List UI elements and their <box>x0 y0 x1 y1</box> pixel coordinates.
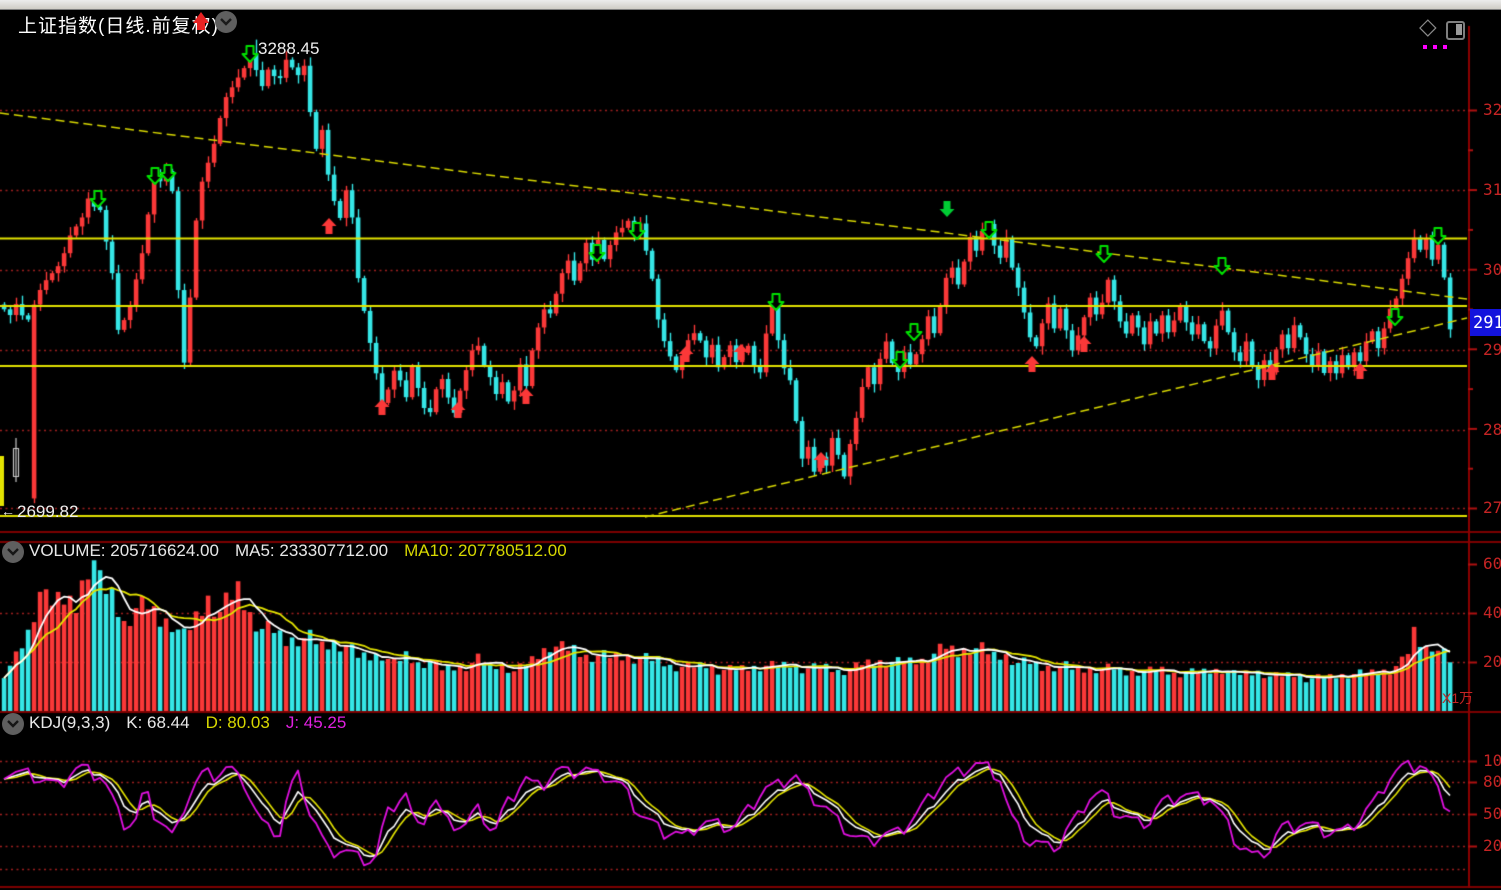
volume-ma5-value: MA5: 233307712.00 <box>235 541 388 561</box>
price-axis-label: 3200 <box>1483 100 1501 119</box>
volume-value: VOLUME: 205716624.00 <box>29 541 219 561</box>
kdj-indicator-header: KDJ(9,3,3) K: 68.44 D: 80.03 J: 45.25 <box>29 713 346 733</box>
kdj-axis-label: 50 <box>1483 804 1501 823</box>
title-collapse-button[interactable] <box>215 11 237 33</box>
chevron-down-icon <box>220 18 232 26</box>
window-titlebar <box>0 0 1501 10</box>
volume-axis-label: 40000 <box>1483 603 1501 622</box>
volume-pane-collapse-button[interactable] <box>2 541 24 563</box>
price-axis-label: 2800 <box>1483 420 1501 439</box>
instrument-title: 上证指数(日线.前复权) <box>18 11 219 38</box>
volume-unit-label: X1万 <box>1442 688 1473 708</box>
low-price-annotation: 2699.82 <box>17 502 78 522</box>
kdj-name: KDJ(9,3,3) <box>29 713 110 733</box>
trading-app-window: { "window": {"title": "上证指数(日线.前复权)"}, "… <box>0 0 1501 890</box>
kdj-pane-collapse-button[interactable] <box>2 713 24 735</box>
panel-layout-icon[interactable] <box>1446 21 1465 40</box>
last-price-tag: 291 <box>1470 309 1501 336</box>
price-axis-label: 3000 <box>1483 260 1501 279</box>
kdj-axis-label: 100 <box>1483 751 1501 770</box>
kdj-axis-label: 20 <box>1483 836 1501 855</box>
low-price-marker-icon: ← <box>1 503 15 519</box>
trend-up-arrow-icon <box>193 12 209 23</box>
diamond-tool-icon[interactable]: ◇ <box>1419 15 1437 38</box>
peak-price-annotation: 3288.45 <box>258 39 319 59</box>
stock-chart-canvas[interactable] <box>0 0 1501 890</box>
kdj-k-value: K: 68.44 <box>126 713 189 733</box>
kdj-d-value: D: 80.03 <box>206 713 270 733</box>
volume-axis-label: 20000 <box>1483 652 1501 671</box>
volume-ma10-value: MA10: 207780512.00 <box>404 541 567 561</box>
price-axis-label: 3100 <box>1483 180 1501 199</box>
more-options-dots[interactable] <box>1423 45 1447 49</box>
kdj-axis-label: 80 <box>1483 772 1501 791</box>
kdj-j-value: J: 45.25 <box>286 713 347 733</box>
volume-axis-label: 60000 <box>1483 554 1501 573</box>
price-axis-label: 2700 <box>1483 498 1501 517</box>
price-axis-label: 2900 <box>1483 340 1501 359</box>
chevron-down-icon <box>7 720 19 728</box>
chevron-down-icon <box>7 548 19 556</box>
volume-indicator-header: VOLUME: 205716624.00 MA5: 233307712.00 M… <box>29 541 567 561</box>
